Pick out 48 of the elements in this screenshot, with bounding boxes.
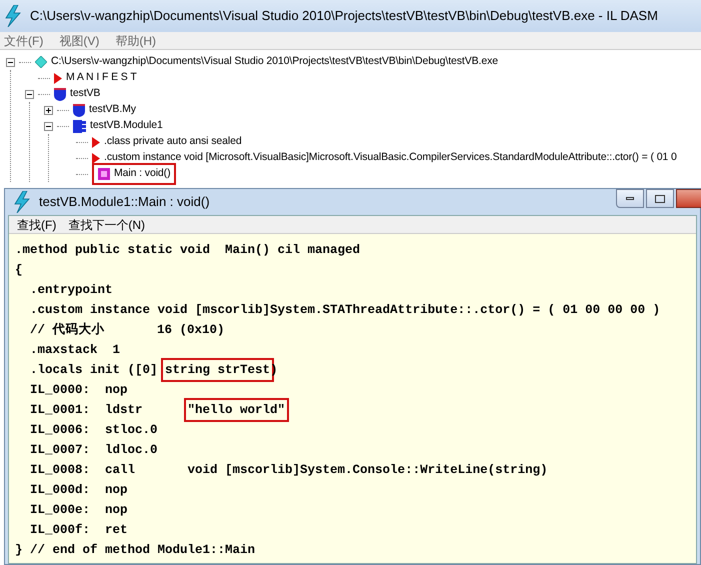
- triangle-icon: [92, 152, 100, 164]
- tree-item[interactable]: .custom instance void [Microsoft.VisualBasic]Microsoft.VisualBasic.CompilerServices.StandardModuleAttribute::.ctor() = ( 01 0: [104, 150, 677, 166]
- code-text: IL_0008: call void [mscorlib]System.Console::WriteLine(string): [29, 462, 548, 479]
- tree-item[interactable]: M A N I F E S T: [66, 70, 137, 86]
- code-text: .method public static void Main() cil managed: [15, 242, 360, 259]
- shield-icon: [73, 104, 85, 116]
- code-text: .maxstack 1: [29, 342, 120, 359]
- method-icon: [98, 168, 110, 180]
- code-text: .entrypoint: [29, 282, 113, 299]
- menu-item[interactable]: 查找下一个(N): [68, 216, 145, 234]
- collapse-toggle[interactable]: [6, 58, 15, 66]
- menu-item[interactable]: 帮助(H): [115, 32, 156, 50]
- menu-item[interactable]: 查找(F): [17, 216, 56, 234]
- lightning-icon: [13, 191, 31, 213]
- lightning-icon: [4, 5, 22, 27]
- code-text: IL_000f: ret: [29, 522, 128, 539]
- code-text: IL_000d: nop: [29, 482, 128, 499]
- minimize-button[interactable]: [616, 189, 644, 208]
- close-button[interactable]: [676, 189, 701, 208]
- tree-item[interactable]: testVB: [70, 86, 100, 102]
- code-text: {: [15, 262, 23, 279]
- code-text: IL_0000: nop: [29, 382, 128, 399]
- tree-item[interactable]: C:\Users\v-wangzhip\Documents\Visual Studio 2010\Projects\testVB\testVB\bin\Debug\testVB.exe: [51, 54, 498, 70]
- triangle-icon: [92, 136, 100, 148]
- menu-item[interactable]: 文件(F): [4, 32, 44, 50]
- code-text: IL_0007: ldloc.0: [29, 442, 158, 459]
- comb-icon: [73, 120, 86, 132]
- code-text: .custom instance void [mscorlib]System.STAThreadAttribute::.ctor() = ( 01 00 00 00 ): [29, 302, 660, 319]
- window-title: C:\Users\v-wangzhip\Documents\Visual Studio 2010\Projects\testVB\testVB\bin\Debug\testVB.exe - IL DASM: [30, 7, 658, 26]
- tree-item[interactable]: Main : void(): [114, 166, 170, 182]
- menu-item[interactable]: 视图(V): [59, 32, 100, 50]
- triangle-icon: [54, 72, 62, 84]
- code-text: IL_0006: stloc.0: [29, 422, 158, 439]
- expand-toggle[interactable]: [44, 106, 53, 114]
- code-text: IL_0001: ldstr: [29, 402, 144, 419]
- collapse-toggle[interactable]: [25, 90, 34, 98]
- tree-item[interactable]: testVB.Module1: [90, 118, 163, 134]
- code-text: IL_000e: nop: [29, 502, 128, 519]
- tree-item[interactable]: .class private auto ansi sealed: [104, 134, 242, 150]
- window-title: testVB.Module1::Main : void(): [39, 193, 210, 212]
- shield-icon: [54, 88, 66, 100]
- diamond-icon: [35, 56, 47, 68]
- code-text: // 代码大小 16 (0x10): [29, 322, 225, 339]
- collapse-toggle[interactable]: [44, 122, 53, 130]
- tree-item[interactable]: testVB.My: [89, 102, 136, 118]
- code-text: .locals init ([0]: [29, 362, 159, 379]
- maximize-button[interactable]: [646, 189, 674, 208]
- code-text: } // end of method Module1::Main: [15, 542, 256, 559]
